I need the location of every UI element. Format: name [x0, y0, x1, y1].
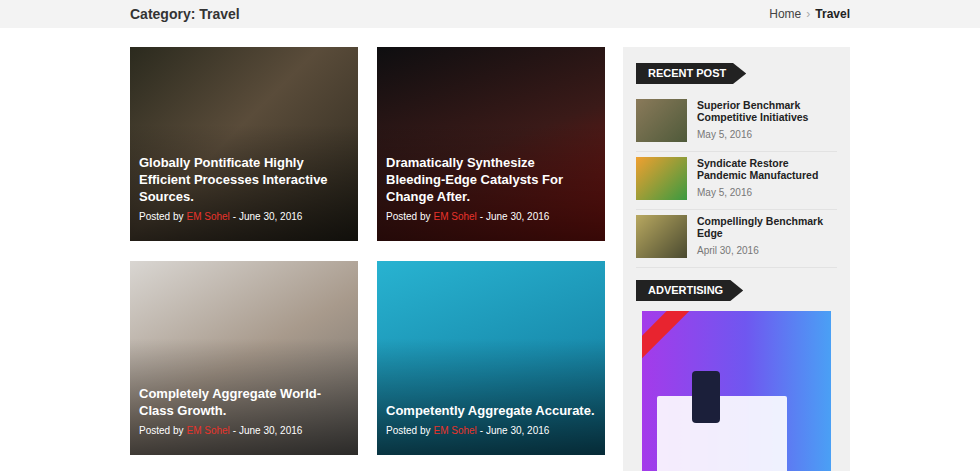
top-bar-inner: Category: Travel Home › Travel [130, 0, 850, 28]
recent-post-title[interactable]: Superior Benchmark Competitive Initiativ… [697, 99, 837, 123]
page-title: Category: Travel [130, 4, 240, 25]
card-caption: Globally Pontificate Highly Efficient Pr… [130, 154, 358, 241]
breadcrumb-separator: › [806, 5, 810, 23]
sidebar: RECENT POST Superior Benchmark Competitiv… [623, 47, 850, 471]
recent-post-date: May 5, 2016 [697, 185, 837, 200]
post-card[interactable]: Globally Pontificate Highly Efficient Pr… [130, 47, 358, 241]
card-caption: Dramatically Synthesize Bleeding-Edge Ca… [377, 154, 605, 241]
recent-post-text: Compellingly Benchmark Edge April 30, 201… [697, 215, 837, 262]
ribbon-shape [642, 311, 694, 363]
post-title[interactable]: Globally Pontificate Highly Efficient Pr… [139, 154, 349, 205]
recent-post-date: April 30, 2016 [697, 243, 837, 258]
post-grid: Globally Pontificate Highly Efficient Pr… [130, 47, 605, 455]
post-date: - June 30, 2016 [480, 209, 550, 224]
recent-post-date: May 5, 2016 [697, 127, 837, 142]
breadcrumb: Home › Travel [769, 5, 850, 23]
post-meta: Posted byEM Sohel - June 30, 2016 [386, 423, 596, 438]
post-title[interactable]: Competently Aggregate Accurate. [386, 402, 596, 419]
phone-mockup [692, 371, 720, 423]
post-meta: Posted byEM Sohel - June 30, 2016 [139, 209, 349, 224]
post-title[interactable]: Completely Aggregate World-Class Growth. [139, 385, 349, 419]
recent-post[interactable]: Syndicate Restore Pandemic Manufactured M… [636, 152, 837, 210]
main-content: Globally Pontificate Highly Efficient Pr… [130, 47, 850, 471]
advertisement-banner[interactable] [642, 311, 831, 471]
widget-heading: ADVERTISING [636, 280, 743, 301]
recent-post-thumbnail[interactable] [636, 157, 687, 200]
post-author[interactable]: EM Sohel [186, 423, 229, 438]
posted-by: Posted by [386, 423, 430, 438]
card-caption: Competently Aggregate Accurate. Posted by… [377, 402, 605, 455]
post-date: - June 30, 2016 [233, 423, 303, 438]
recent-post-title[interactable]: Compellingly Benchmark Edge [697, 215, 837, 239]
post-title[interactable]: Dramatically Synthesize Bleeding-Edge Ca… [386, 154, 596, 205]
recent-post-thumbnail[interactable] [636, 99, 687, 142]
recent-post-text: Superior Benchmark Competitive Initiativ… [697, 99, 837, 146]
post-author[interactable]: EM Sohel [186, 209, 229, 224]
breadcrumb-item[interactable]: Home [769, 5, 801, 23]
posted-by: Posted by [139, 209, 183, 224]
advertising-widget: ADVERTISING [636, 277, 837, 301]
screen-mockup [657, 396, 787, 471]
post-date: - June 30, 2016 [480, 423, 550, 438]
posted-by: Posted by [386, 209, 430, 224]
recent-post-text: Syndicate Restore Pandemic Manufactured M… [697, 157, 837, 204]
posted-by: Posted by [139, 423, 183, 438]
post-date: - June 30, 2016 [233, 209, 303, 224]
post-card[interactable]: Completely Aggregate World-Class Growth.… [130, 261, 358, 455]
recent-post-list: Superior Benchmark Competitive Initiativ… [636, 94, 837, 268]
top-bar: Category: Travel Home › Travel [0, 0, 980, 28]
breadcrumb-item: Travel [815, 5, 850, 23]
recent-post[interactable]: Compellingly Benchmark Edge April 30, 201… [636, 210, 837, 268]
post-meta: Posted byEM Sohel - June 30, 2016 [386, 209, 596, 224]
post-card[interactable]: Dramatically Synthesize Bleeding-Edge Ca… [377, 47, 605, 241]
post-meta: Posted byEM Sohel - June 30, 2016 [139, 423, 349, 438]
recent-post[interactable]: Superior Benchmark Competitive Initiativ… [636, 94, 837, 152]
recent-post-title[interactable]: Syndicate Restore Pandemic Manufactured [697, 157, 837, 181]
recent-post-thumbnail[interactable] [636, 215, 687, 258]
widget-heading: RECENT POST [636, 63, 746, 84]
post-author[interactable]: EM Sohel [433, 423, 476, 438]
post-author[interactable]: EM Sohel [433, 209, 476, 224]
post-card[interactable]: Competently Aggregate Accurate. Posted by… [377, 261, 605, 455]
card-caption: Completely Aggregate World-Class Growth.… [130, 385, 358, 455]
